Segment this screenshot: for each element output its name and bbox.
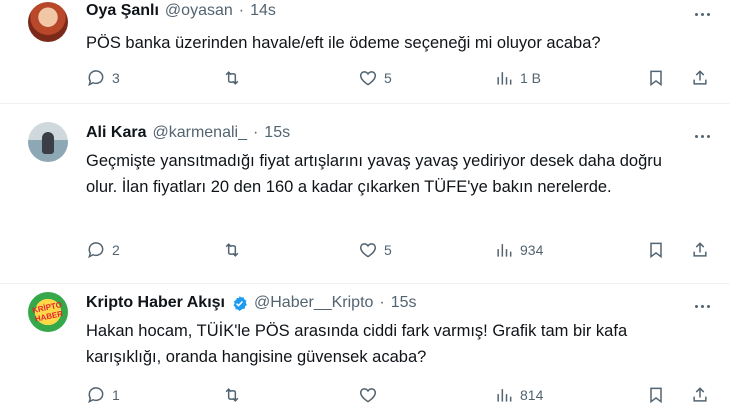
separator-dot: · [252,124,259,141]
share-button[interactable] [690,67,710,89]
share-button[interactable] [690,384,710,406]
more-options-icon[interactable] [692,4,712,24]
retweet-icon [225,388,239,402]
retweet-icon [225,243,239,257]
tweet-text: Geçmişte yansıtmadığı fiyat artışlarını … [86,152,662,196]
tweet-oya-sanli[interactable]: Oya Şanlı @oyasan · 14s PÖS banka üzerin… [0,0,730,104]
retweet-button[interactable] [222,67,242,89]
views-button[interactable]: 814 [494,384,543,406]
tweet-time[interactable]: 15s [264,124,290,142]
heart-icon [359,71,377,86]
share-icon [693,387,707,402]
tweet-actions: 3 5 1 B [86,67,710,91]
author-name[interactable]: Oya Şanlı [86,2,159,20]
verified-badge-icon[interactable] [231,295,248,312]
tweet-text: PÖS banka üzerinden havale/eft ile ödeme… [86,34,601,52]
share-icon [693,242,707,257]
tweet-actions: 1 814 [86,384,710,408]
bookmark-icon [650,70,662,87]
share-button[interactable] [690,239,710,261]
bookmark-icon [650,242,662,259]
views-button[interactable]: 934 [494,239,543,261]
separator-dot: · [238,2,245,19]
view-count: 934 [520,242,544,258]
retweet-button[interactable] [222,239,242,261]
author-handle[interactable]: @karmenali_ [152,124,247,142]
like-count: 5 [384,242,392,258]
avatar[interactable] [28,2,68,42]
tweet-text: Hakan hocam, TÜİK'le PÖS arasında ciddi … [86,322,628,366]
like-button[interactable]: 5 [358,239,392,261]
reply-icon [88,242,104,259]
author-name[interactable]: Ali Kara [86,124,146,142]
views-button[interactable]: 1 B [494,67,541,89]
tweet-time[interactable]: 15s [391,294,417,312]
reply-icon [88,387,104,404]
bookmark-button[interactable] [646,384,666,406]
tweet-kripto-haber-akisi[interactable]: KRİPTO HABER Kripto Haber Akışı @Haber__… [0,284,730,420]
view-count: 814 [520,387,544,403]
reply-button[interactable]: 2 [86,239,120,261]
like-count: 5 [384,70,392,86]
avatar[interactable]: KRİPTO HABER [28,292,68,332]
more-options-icon[interactable] [692,126,712,146]
retweet-icon [225,71,239,85]
tweet-ali-kara[interactable]: Ali Kara @karmenali_ · 15s Geçmişte yans… [0,104,730,284]
bookmark-button[interactable] [646,67,666,89]
author-name[interactable]: Kripto Haber Akışı [86,294,225,312]
more-options-icon[interactable] [692,296,712,316]
like-button[interactable]: 5 [358,67,392,89]
author-handle[interactable]: @Haber__Kripto [254,294,373,312]
retweet-button[interactable] [222,384,242,406]
reply-count: 3 [112,70,120,86]
author-handle[interactable]: @oyasan [165,2,233,20]
view-count: 1 B [520,70,542,86]
views-icon [497,72,512,85]
reply-button[interactable]: 3 [86,67,120,89]
separator-dot: · [379,294,385,311]
tweet-feed: Oya Şanlı @oyasan · 14s PÖS banka üzerin… [0,0,730,420]
bookmark-button[interactable] [646,239,666,261]
reply-count: 2 [112,242,120,258]
tweet-header: Oya Şanlı @oyasan · 14s [86,2,276,20]
heart-icon [359,243,377,258]
tweet-actions: 2 5 934 [86,239,710,263]
tweet-header: Ali Kara @karmenali_ · 15s [86,124,290,142]
tweet-time[interactable]: 14s [250,2,276,20]
reply-icon [88,70,104,87]
share-icon [693,70,707,85]
avatar-logo-text: KRİPTO HABER [31,300,64,324]
views-icon [497,244,512,257]
reply-count: 1 [112,387,120,403]
bookmark-icon [650,387,662,404]
heart-icon [359,388,377,403]
tweet-header: Kripto Haber Akışı @Haber__Kripto · 15s [86,294,417,312]
avatar[interactable] [28,122,68,162]
like-button[interactable] [358,384,384,406]
views-icon [497,389,512,402]
reply-button[interactable]: 1 [86,384,120,406]
